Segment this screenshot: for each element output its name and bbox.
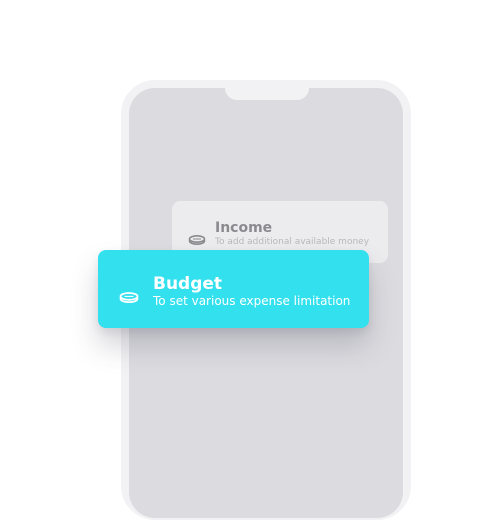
budget-title: Budget [153, 274, 223, 294]
coin-icon [188, 230, 206, 246]
budget-option-card[interactable]: Budget To set various expense limitation [98, 250, 369, 328]
phone-notch [225, 88, 309, 100]
income-description: To add additional available money [215, 237, 370, 247]
budget-description: To set various expense limitation [153, 294, 351, 308]
coin-icon [119, 288, 139, 304]
income-title: Income [215, 220, 273, 236]
